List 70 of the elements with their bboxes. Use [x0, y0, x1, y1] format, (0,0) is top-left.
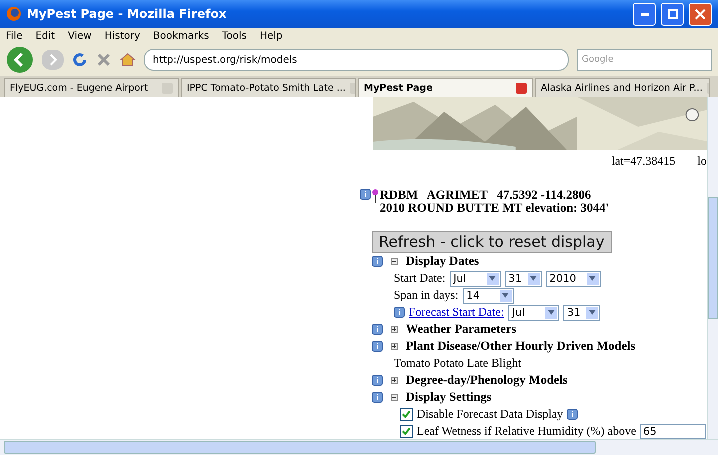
menu-item[interactable]: Help [260, 30, 283, 42]
section-title[interactable]: Degree-day/Phenology Models [406, 373, 568, 388]
checkbox-label: Disable Forecast Data Display [417, 407, 564, 422]
latitude-text: lat=47.38415 [612, 154, 676, 169]
caret-icon [489, 276, 496, 281]
menu-item[interactable]: File [6, 30, 23, 42]
menu-item[interactable]: History [104, 30, 140, 42]
info-icon[interactable] [372, 324, 383, 335]
menu-item[interactable]: Tools [222, 30, 247, 42]
maximize-icon [668, 9, 678, 19]
window-title: MyPest Page - Mozilla Firefox [27, 7, 228, 21]
menu-item[interactable]: View [68, 30, 92, 42]
minimize-button[interactable] [633, 2, 656, 26]
dropdown[interactable]: Jul [508, 304, 560, 320]
vertical-scrollbar[interactable] [707, 97, 718, 439]
section-title[interactable]: Display Dates [406, 254, 480, 269]
close-icon [695, 8, 706, 20]
info-icon[interactable] [372, 375, 383, 386]
model-name: Tomato Potato Late Blight [394, 356, 522, 371]
address-field[interactable]: http://uspest.org/risk/models [144, 49, 569, 71]
minimize-icon [640, 12, 648, 16]
back-icon[interactable] [6, 46, 34, 74]
expand-icon[interactable] [391, 326, 398, 333]
collapse-icon[interactable] [391, 258, 398, 265]
browser-tab[interactable]: MyPest Page [358, 78, 533, 97]
section-title[interactable]: Plant Disease/Other Hourly Driven Models [406, 339, 636, 354]
section-title[interactable]: Display Settings [406, 390, 492, 405]
checkbox[interactable] [400, 425, 413, 438]
map-pin-icon [372, 189, 379, 203]
dropdown[interactable]: 14 [462, 288, 514, 304]
menu-item[interactable]: Edit [36, 30, 56, 42]
info-icon[interactable] [567, 409, 578, 420]
checkbox[interactable] [400, 408, 413, 421]
longitude-text: lo [698, 154, 707, 169]
home-icon[interactable] [120, 52, 136, 68]
collapse-icon[interactable] [391, 394, 398, 401]
expand-icon[interactable] [391, 377, 398, 384]
info-icon[interactable] [372, 341, 383, 352]
info-icon[interactable] [360, 189, 371, 200]
horizontal-scrollbar[interactable] [0, 439, 718, 455]
field-label: Span in days: [394, 288, 459, 303]
section-title[interactable]: Weather Parameters [406, 322, 516, 337]
forecast-link[interactable]: Forecast Start Date: [409, 305, 504, 320]
checkbox-label: Leaf Wetness if Relative Humidity (%) above [417, 424, 636, 439]
maximize-button[interactable] [661, 2, 684, 26]
caret-icon [502, 293, 510, 298]
tab-close-icon[interactable] [516, 82, 527, 94]
browser-tab[interactable]: Alaska Airlines and Horizon Air P... [535, 78, 710, 97]
caret-icon [588, 310, 596, 315]
close-button[interactable] [689, 2, 712, 26]
station-info: RDBM AGRIMET 47.5392 -114.2806 2010 ROUND BUTTE MT elevation: 3044' [380, 189, 610, 215]
browser-tab[interactable]: IPPC Tomato-Potato Smith Late ... [181, 78, 356, 97]
reload-icon[interactable] [72, 52, 88, 68]
field-label: Start Date: [394, 271, 446, 286]
caret-icon [589, 276, 596, 281]
caret-icon [530, 276, 538, 281]
dropdown[interactable]: Jul [450, 270, 501, 286]
caret-icon [548, 310, 555, 315]
dropdown[interactable]: 2010 [546, 270, 601, 286]
menu-item[interactable]: Bookmarks [153, 30, 210, 42]
expand-icon[interactable] [391, 343, 398, 350]
browser-tab[interactable]: FlyEUG.com - Eugene Airport [4, 78, 179, 97]
info-icon[interactable] [394, 307, 405, 318]
info-icon[interactable] [372, 392, 383, 403]
info-icon[interactable] [372, 256, 383, 267]
dropdown[interactable]: 31 [563, 304, 600, 320]
browser-logo-icon [6, 6, 22, 22]
refresh-button[interactable]: Refresh - click to reset display [372, 231, 612, 253]
dropdown[interactable]: 31 [504, 270, 542, 286]
input-field[interactable]: 65 [640, 424, 706, 439]
